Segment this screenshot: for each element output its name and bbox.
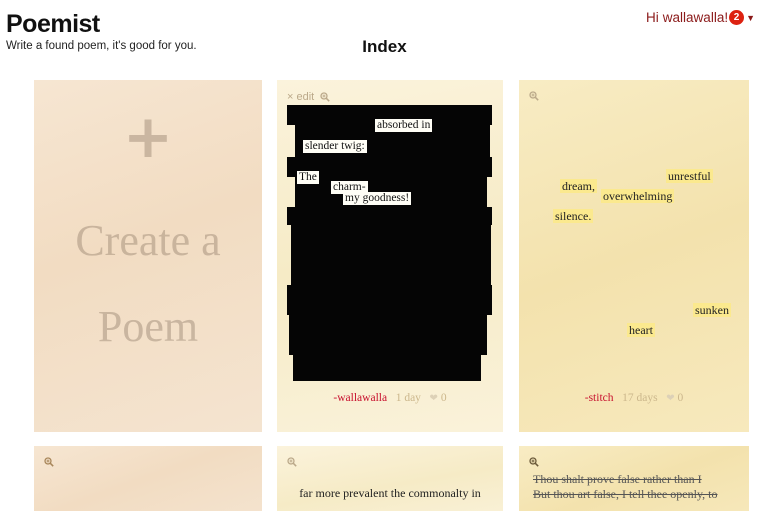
page-title: Index [362,37,407,56]
zoom-in-icon[interactable] [529,91,539,101]
card-tools [287,457,297,467]
poem-line: far more prevalent the commonalty in [299,486,481,500]
poem-age: 1 day [395,392,421,404]
like-count: 0 [440,392,447,404]
zoom-in-icon[interactable] [529,457,539,467]
user-menu[interactable]: Hi wallawalla! 2 ▼ [646,10,755,25]
edit-button[interactable]: × edit [287,91,314,103]
poem-age: 17 days [622,392,658,404]
heart-icon[interactable]: ❤ [666,393,674,404]
poem-word: sunken [693,303,731,317]
poem-word: heart [627,323,655,337]
poem-word: slender twig: [303,140,367,153]
poem-card-wallawalla[interactable]: × edit absorbed in slender twig: The cha… [277,80,503,432]
poem-footer: -wallawalla 1 day ❤ 0 [277,392,503,404]
poem-line: But thou art false, I tell thee openly, … [533,487,718,501]
like-count: 0 [677,392,684,404]
poem-word: silence. [553,209,594,223]
card-tools [529,457,539,467]
caret-down-icon[interactable]: ▼ [746,13,755,23]
author-link[interactable]: -stitch [585,392,614,404]
zoom-in-icon[interactable] [287,457,297,467]
card-tools [44,457,54,467]
create-poem-card[interactable]: + Create a Poem [34,80,262,432]
poem-word: absorbed in [375,119,433,132]
username-link[interactable]: wallawalla! [663,10,728,25]
heart-icon[interactable]: ❤ [430,393,438,404]
app-title[interactable]: Poemist [6,10,197,38]
poem-line: Thou shalt prove false rather than I [533,472,702,486]
zoom-in-icon[interactable] [44,457,54,467]
poem-footer: -stitch 17 days ❤ 0 [519,392,749,404]
card-tools [529,91,539,101]
greeting: Hi [646,10,659,25]
poem-word: overwhelming [601,189,675,203]
create-poem-label: Create a Poem [34,198,262,370]
poem-card[interactable]: Thou shalt prove false rather than I But… [519,446,749,511]
poem-card-stitch[interactable]: unrestful dream, overwhelming silence. s… [519,80,749,432]
create-line-1: Create a [75,216,221,265]
poem-card[interactable] [34,446,262,511]
card-tools: × edit [287,91,330,103]
zoom-in-icon[interactable] [320,92,330,102]
author-link[interactable]: -wallawalla [333,392,387,404]
notification-badge[interactable]: 2 [729,10,745,25]
poem-card[interactable]: far more prevalent the commonalty in [277,446,503,511]
poem-word: dream, [560,179,597,193]
poem-word: The [297,171,319,184]
plus-icon: + [122,102,174,172]
create-line-2: Poem [97,302,199,351]
poem-word: unrestful [666,169,713,183]
poem-word: my goodness! [343,192,412,205]
